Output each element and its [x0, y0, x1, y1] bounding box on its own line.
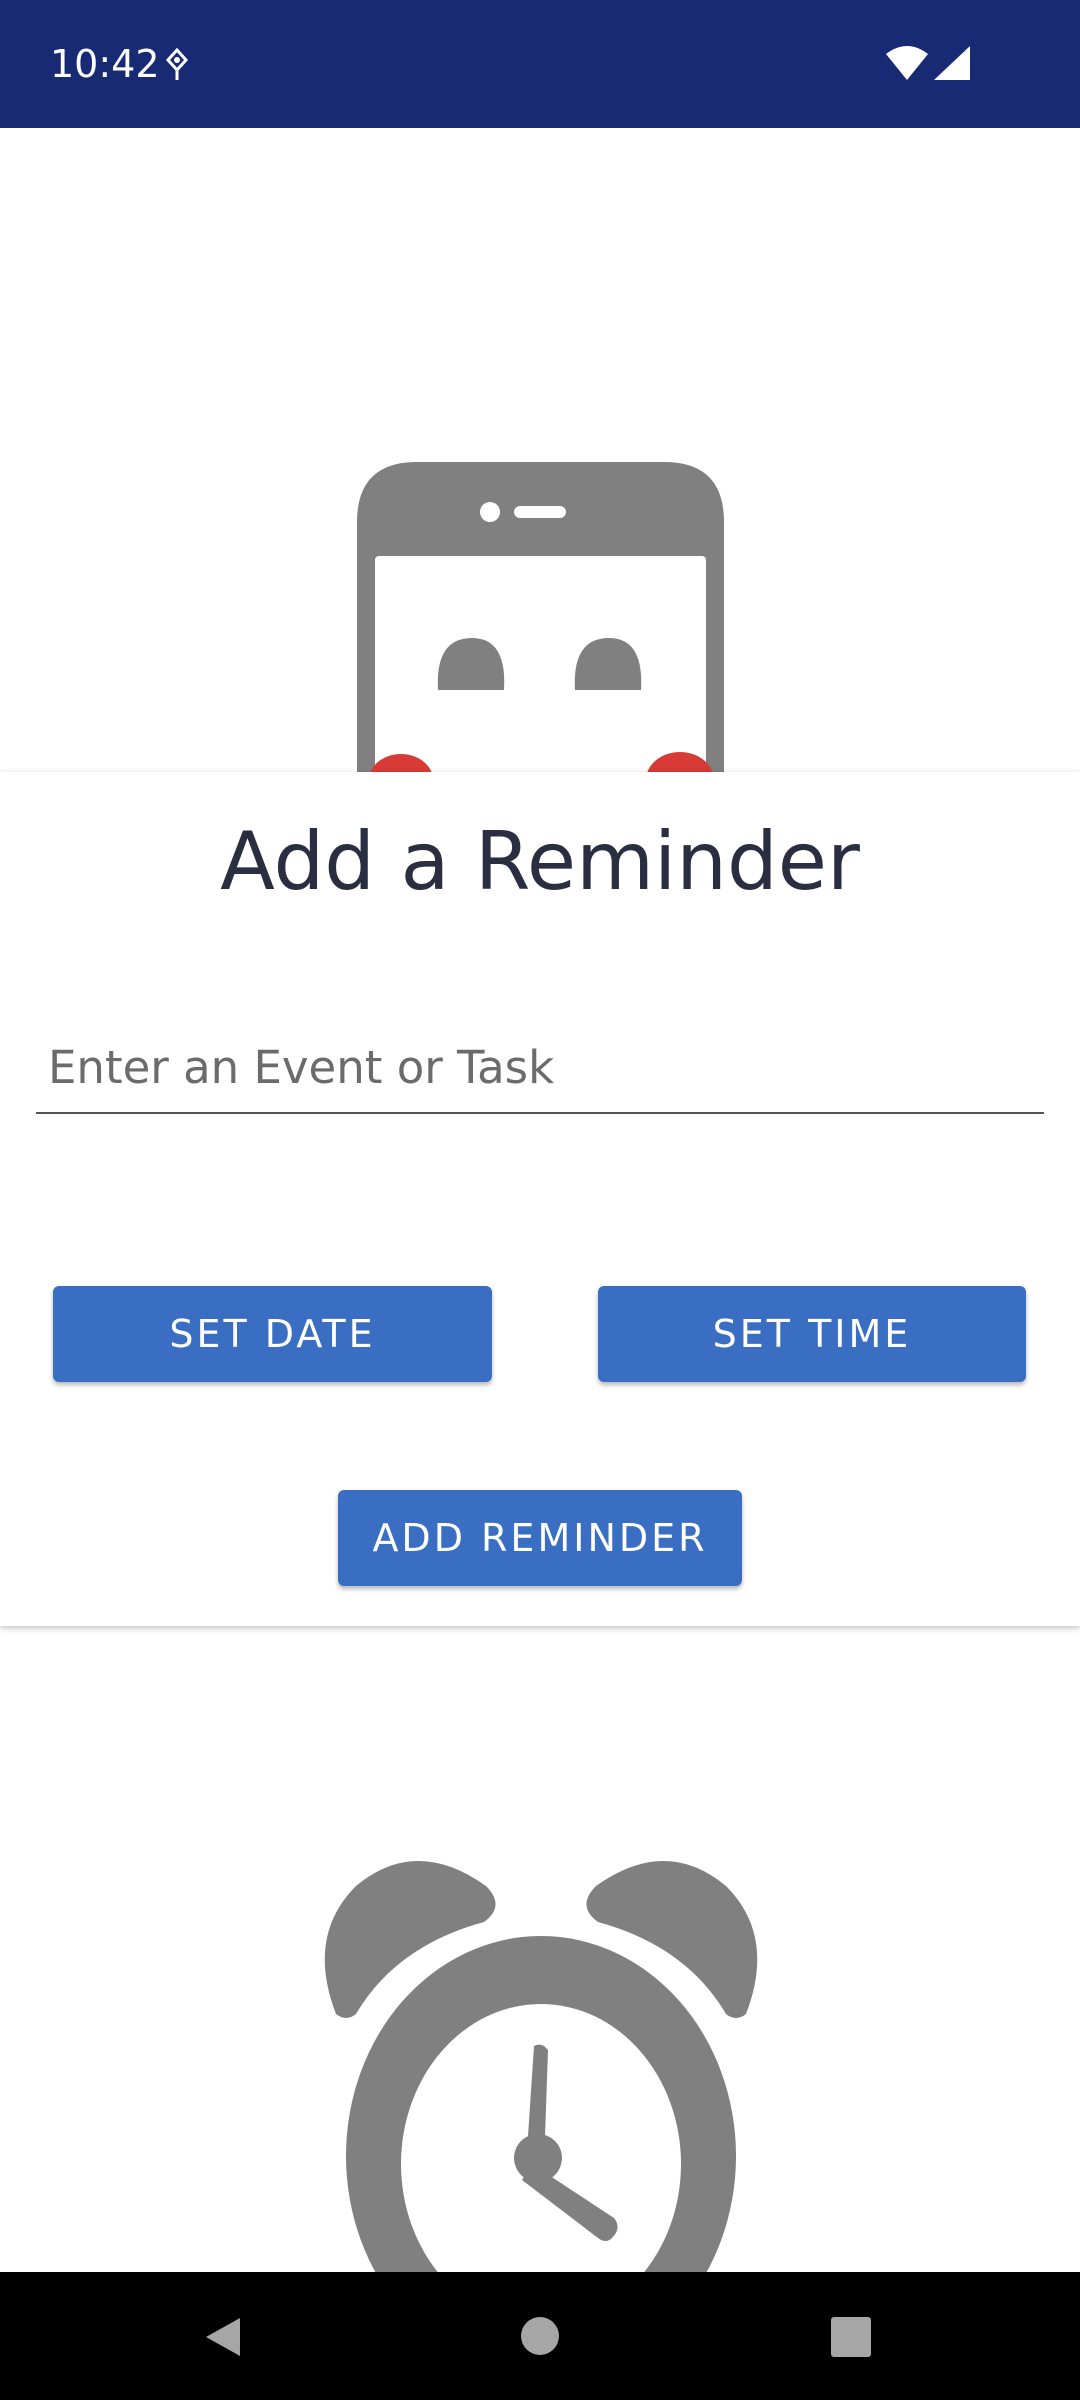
set-date-button[interactable]: SET DATE: [53, 1286, 492, 1382]
home-icon[interactable]: [520, 2316, 560, 2356]
signal-icon: [934, 46, 970, 80]
add-reminder-button[interactable]: ADD REMINDER: [338, 1490, 742, 1586]
notification-icon: [165, 48, 189, 80]
add-reminder-card: Add a Reminder SET DATE SET TIME ADD REM…: [0, 772, 1080, 1626]
status-time: 10:42: [50, 42, 160, 86]
phone-illustration: [357, 462, 724, 772]
navigation-bar: [0, 2272, 1080, 2400]
status-bar: 10:42: [0, 0, 1080, 128]
alarm-clock-illustration: [324, 1861, 758, 2274]
set-time-button[interactable]: SET TIME: [598, 1286, 1026, 1382]
page-title: Add a Reminder: [220, 815, 860, 908]
back-icon[interactable]: [200, 2314, 246, 2360]
event-task-input[interactable]: [36, 1022, 1044, 1114]
wifi-icon: [886, 46, 928, 80]
recents-icon[interactable]: [830, 2316, 872, 2358]
